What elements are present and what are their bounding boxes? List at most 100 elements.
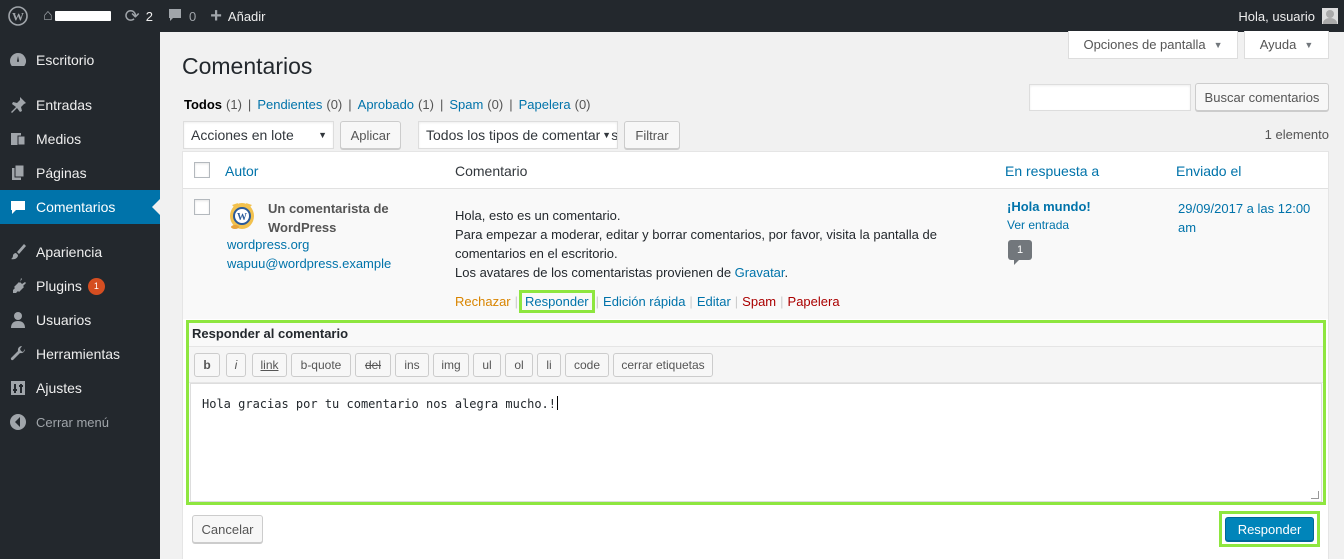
qt-ol-button[interactable]: ol — [505, 353, 533, 377]
sidebar-item-medios[interactable]: Medios — [0, 122, 160, 156]
comment-line: Los avatares de los comentaristas provie… — [455, 263, 975, 282]
plus-icon: + — [210, 5, 222, 27]
sidebar-item-comentarios[interactable]: Comentarios — [0, 190, 160, 224]
qt-del-button[interactable]: del — [355, 353, 391, 377]
screen-options-button[interactable]: Opciones de pantalla ▼ — [1068, 31, 1238, 59]
new-content-menu[interactable]: + Añadir — [203, 0, 272, 32]
sidebar-item-apariencia[interactable]: Apariencia — [0, 235, 160, 269]
column-author[interactable]: Autor — [225, 163, 258, 179]
filter-pending[interactable]: Pendientes (0) — [257, 97, 342, 112]
edit-link[interactable]: Editar — [697, 294, 731, 309]
filter-spam[interactable]: Spam (0) — [449, 97, 503, 112]
separator: | — [247, 97, 252, 112]
updates-menu[interactable]: ⟳ 2 — [118, 0, 160, 32]
resize-grip-icon[interactable] — [1311, 491, 1319, 499]
updates-icon: ⟳ — [124, 6, 140, 26]
my-account-menu[interactable]: Hola, usuario — [1231, 0, 1344, 32]
sidebar-item-escritorio[interactable]: Escritorio — [0, 43, 160, 77]
caret-down-icon: ▼ — [1213, 39, 1223, 50]
qt-close-tags-button[interactable]: cerrar etiquetas — [613, 353, 713, 377]
brush-icon — [0, 243, 36, 261]
author-url-link[interactable]: wordpress.org — [227, 237, 309, 252]
items-count: 1 elemento — [1264, 127, 1329, 142]
reply-submit-highlight: Responder — [1219, 511, 1320, 547]
wordpress-logo-icon[interactable]: W — [0, 0, 36, 32]
qt-img-button[interactable]: img — [433, 353, 469, 377]
submitted-date-link[interactable]: 29/09/2017 a las 12:00 am — [1178, 199, 1318, 237]
reply-textarea[interactable]: Hola gracias por tu comentario nos alegr… — [190, 383, 1322, 502]
search-comments-button[interactable]: Buscar comentarios — [1195, 83, 1329, 111]
author-email-link[interactable]: wapuu@wordpress.example — [227, 256, 391, 271]
quick-edit-link[interactable]: Edición rápida — [603, 294, 685, 309]
page-icon — [0, 164, 36, 182]
qt-li-button[interactable]: li — [537, 353, 561, 377]
filter-all-label: Todos — [184, 97, 223, 112]
settings-icon — [0, 379, 36, 397]
sidebar-item-entradas[interactable]: Entradas — [0, 88, 160, 122]
search-input[interactable] — [1029, 84, 1191, 111]
comment-line: Para empezar a moderar, editar y borrar … — [455, 227, 937, 261]
sidebar-item-herramientas[interactable]: Herramientas — [0, 337, 160, 371]
filter-trash[interactable]: Papelera (0) — [519, 97, 591, 112]
qt-code-button[interactable]: code — [565, 353, 609, 377]
qt-ul-button[interactable]: ul — [473, 353, 501, 377]
trash-link[interactable]: Papelera — [788, 294, 840, 309]
quicktags-toolbar: b i link b-quote del ins img ul ol li co… — [189, 346, 1323, 383]
sidebar-item-plugins[interactable]: Plugins 1 — [0, 269, 160, 303]
filter-spam-count: (0) — [487, 97, 504, 112]
reply-submit-button[interactable]: Responder — [1225, 517, 1314, 541]
comments-table: Autor Comentario En respuesta a Enviado … — [182, 151, 1329, 559]
comments-count: 0 — [189, 8, 197, 24]
comment-type-select[interactable]: Todos los tipos de comentarios ▼ — [418, 121, 618, 149]
filter-all[interactable]: Todos (1) — [184, 97, 242, 112]
home-icon: ⌂ — [43, 7, 53, 24]
gravatar-link[interactable]: Gravatar — [735, 265, 785, 280]
filter-pending-count: (0) — [326, 97, 343, 112]
row-checkbox[interactable] — [194, 199, 210, 215]
bulk-actions-value: Acciones en lote — [191, 127, 294, 143]
view-post-link[interactable]: Ver entrada — [1007, 218, 1069, 232]
select-arrow-icon: ▼ — [318, 130, 327, 140]
filter-spam-label: Spam — [449, 97, 484, 112]
qt-link-button[interactable]: link — [252, 353, 287, 377]
sidebar-item-label: Herramientas — [36, 346, 121, 362]
sidebar-item-paginas[interactable]: Páginas — [0, 156, 160, 190]
reply-box-title: Responder al comentario — [192, 326, 349, 341]
post-comment-count-bubble[interactable]: 1 — [1008, 240, 1032, 265]
reply-link[interactable]: Responder — [519, 290, 595, 313]
admin-menu: Escritorio Entradas Medios Páginas Comen… — [0, 32, 160, 559]
caret-down-icon: ▼ — [1304, 39, 1314, 50]
column-submitted[interactable]: Enviado el — [1176, 163, 1241, 179]
column-in-response-to[interactable]: En respuesta a — [1005, 163, 1099, 179]
filter-approved[interactable]: Aprobado (1) — [358, 97, 434, 112]
apply-button[interactable]: Aplicar — [340, 121, 401, 149]
help-button[interactable]: Ayuda ▼ — [1244, 31, 1329, 59]
sidebar-item-usuarios[interactable]: Usuarios — [0, 303, 160, 337]
bulk-actions-select[interactable]: Acciones en lote ▼ — [183, 121, 334, 149]
qt-ins-button[interactable]: ins — [395, 353, 429, 377]
comments-menu[interactable]: 0 — [160, 0, 203, 32]
cancel-reply-button[interactable]: Cancelar — [192, 515, 263, 543]
separator: | — [514, 294, 519, 309]
sidebar-item-label: Plugins — [36, 278, 82, 294]
row-actions: Rechazar | Responder | Edición rápida | … — [455, 290, 840, 313]
comment-line: Hola, esto es un comentario. — [455, 208, 621, 223]
svg-text:W: W — [237, 212, 247, 223]
collapse-icon — [0, 413, 36, 431]
collapse-menu-button[interactable]: Cerrar menú — [0, 405, 160, 439]
qt-italic-button[interactable]: i — [226, 353, 246, 377]
qt-bold-button[interactable]: b — [194, 353, 220, 377]
separator: | — [780, 294, 784, 309]
select-all-checkbox[interactable] — [194, 162, 210, 178]
unapprove-link[interactable]: Rechazar — [455, 294, 511, 309]
filter-button[interactable]: Filtrar — [624, 121, 680, 149]
qt-blockquote-button[interactable]: b-quote — [291, 353, 351, 377]
comment-author-name: Un comentarista de WordPress — [268, 201, 389, 235]
sidebar-item-ajustes[interactable]: Ajustes — [0, 371, 160, 405]
separator: | — [734, 294, 739, 309]
comment-content: Hola, esto es un comentario. Para empeza… — [455, 206, 975, 282]
spam-link[interactable]: Spam — [742, 294, 776, 309]
comment-status-filters: Todos (1) | Pendientes (0) | Aprobado (1) |… — [184, 97, 591, 112]
post-title-link[interactable]: ¡Hola mundo! — [1007, 199, 1091, 214]
site-name-menu[interactable]: ⌂ — [36, 0, 118, 32]
